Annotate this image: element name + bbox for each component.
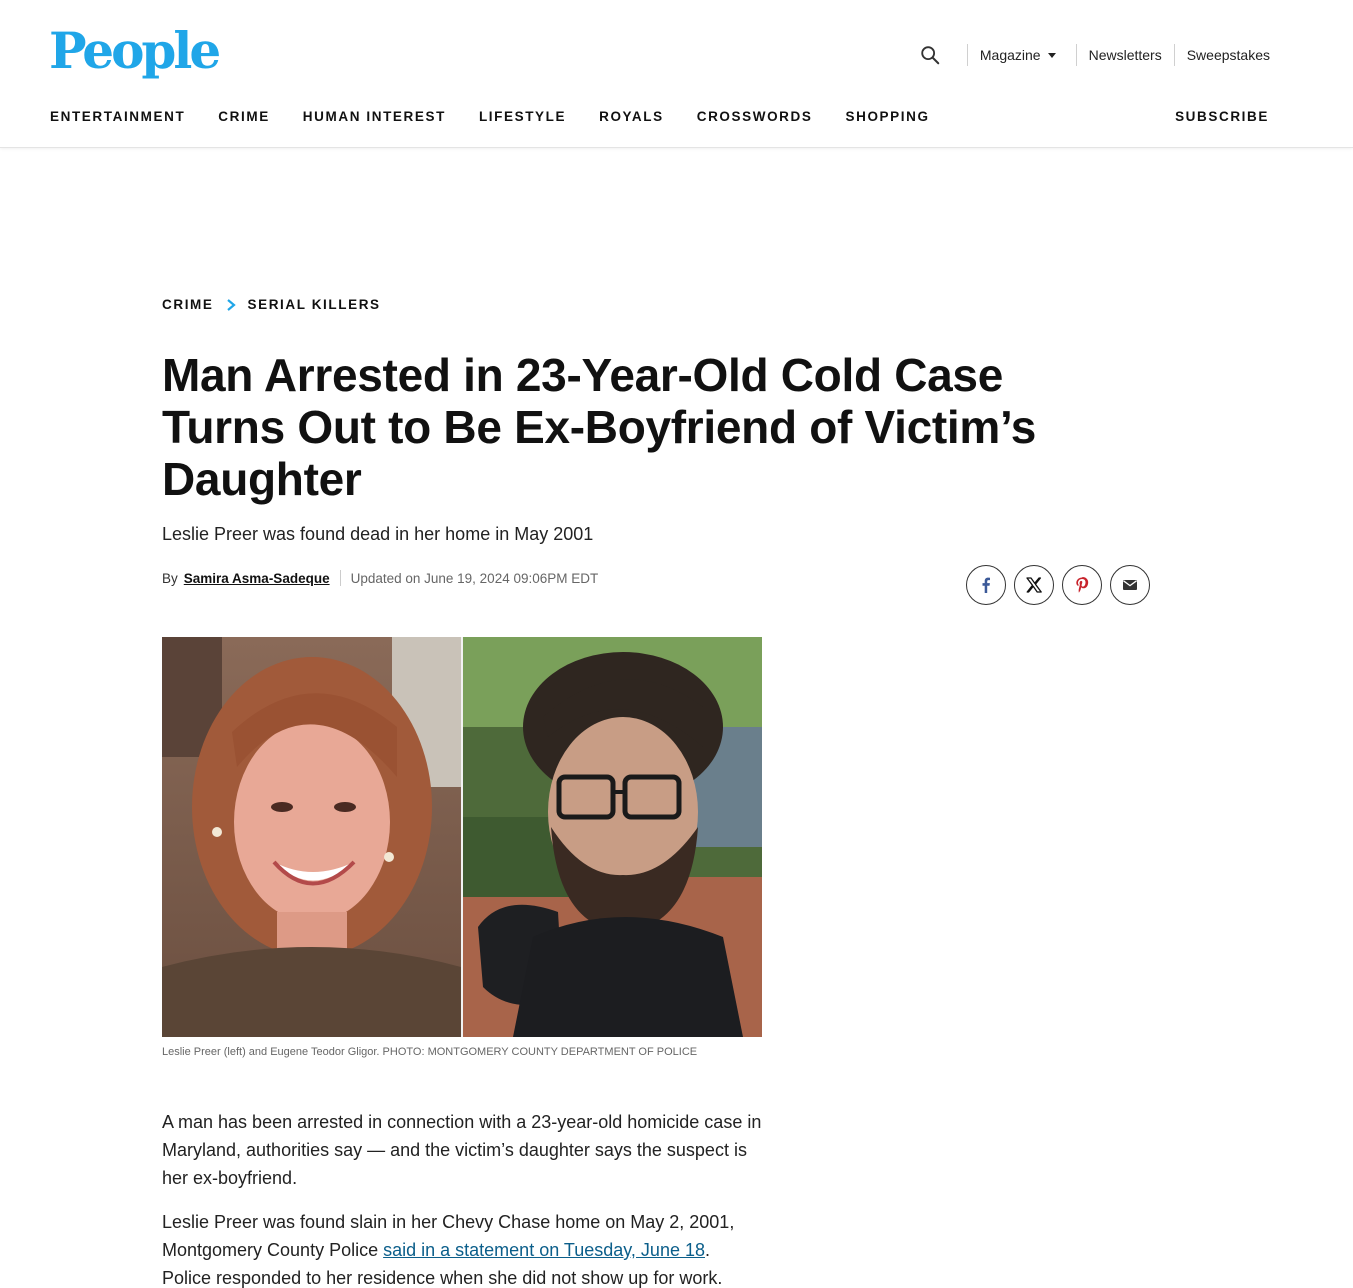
divider bbox=[966, 44, 968, 66]
nav-item-entertainment[interactable]: ENTERTAINMENT bbox=[50, 109, 185, 124]
photo-caption: Leslie Preer (left) and Eugene Teodor Gl… bbox=[162, 1046, 698, 1058]
article-body: A man has been arrested in connection wi… bbox=[162, 1108, 762, 1288]
nav-item-crime[interactable]: CRIME bbox=[218, 109, 270, 124]
divider bbox=[1173, 44, 1175, 66]
caret-down-icon bbox=[1047, 52, 1056, 58]
chevron-right-icon bbox=[226, 298, 236, 311]
subscribe-link[interactable]: SUBSCRIBE bbox=[1175, 109, 1269, 124]
x-icon bbox=[1026, 577, 1042, 593]
eugene-gligor-photo bbox=[463, 637, 762, 1037]
x-share-button[interactable] bbox=[1014, 565, 1054, 605]
article-title: Man Arrested in 23-Year-Old Cold Case Tu… bbox=[162, 349, 1037, 505]
pinterest-share-button[interactable] bbox=[1062, 565, 1102, 605]
email-icon bbox=[1123, 580, 1137, 590]
magazine-label: Magazine bbox=[979, 47, 1041, 63]
sweepstakes-link[interactable]: Sweepstakes bbox=[1187, 47, 1270, 63]
by-label: By bbox=[162, 570, 178, 586]
article-photo bbox=[162, 637, 762, 1037]
nav-item-shopping[interactable]: SHOPPING bbox=[846, 109, 930, 124]
nav-item-crosswords[interactable]: CROSSWORDS bbox=[697, 109, 813, 124]
breadcrumb-crime[interactable]: CRIME bbox=[162, 297, 214, 312]
people-logo[interactable]: People bbox=[49, 26, 221, 76]
pinterest-icon bbox=[1076, 577, 1089, 593]
updated-date: Updated on June 19, 2024 09:06PM EDT bbox=[350, 570, 599, 586]
nav-item-royals[interactable]: ROYALS bbox=[599, 109, 664, 124]
leslie-preer-photo bbox=[162, 637, 461, 1037]
article-dek: Leslie Preer was found dead in her home … bbox=[162, 524, 594, 544]
utility-nav: Magazine Newsletters Sweepstakes bbox=[919, 44, 1270, 66]
share-bar bbox=[966, 565, 1158, 605]
nav-item-lifestyle[interactable]: LIFESTYLE bbox=[479, 109, 566, 124]
facebook-share-button[interactable] bbox=[966, 565, 1006, 605]
byline: By Samira Asma-Sadeque Updated on June 1… bbox=[162, 570, 598, 586]
main-nav: ENTERTAINMENT CRIME HUMAN INTEREST LIFES… bbox=[50, 109, 963, 124]
email-share-button[interactable] bbox=[1110, 565, 1150, 605]
newsletters-link[interactable]: Newsletters bbox=[1089, 47, 1162, 63]
statement-link[interactable]: said in a statement on Tuesday, June 18 bbox=[383, 1240, 705, 1260]
paragraph-1: A man has been arrested in connection wi… bbox=[162, 1112, 762, 1188]
paragraph-2: Leslie Preer was found slain in her Chev… bbox=[162, 1208, 762, 1288]
divider bbox=[1075, 44, 1077, 66]
site-header: People Magazine Newsletters Sweepstakes … bbox=[0, 0, 1353, 148]
author-link[interactable]: Samira Asma-Sadeque bbox=[184, 571, 330, 586]
breadcrumb: CRIME SERIAL KILLERS bbox=[162, 297, 381, 312]
magazine-menu[interactable]: Magazine bbox=[980, 47, 1064, 63]
divider bbox=[339, 570, 341, 586]
search-icon[interactable] bbox=[919, 44, 941, 66]
breadcrumb-serial-killers[interactable]: SERIAL KILLERS bbox=[248, 297, 381, 312]
facebook-icon bbox=[982, 577, 990, 593]
nav-item-human-interest[interactable]: HUMAN INTEREST bbox=[303, 109, 446, 124]
